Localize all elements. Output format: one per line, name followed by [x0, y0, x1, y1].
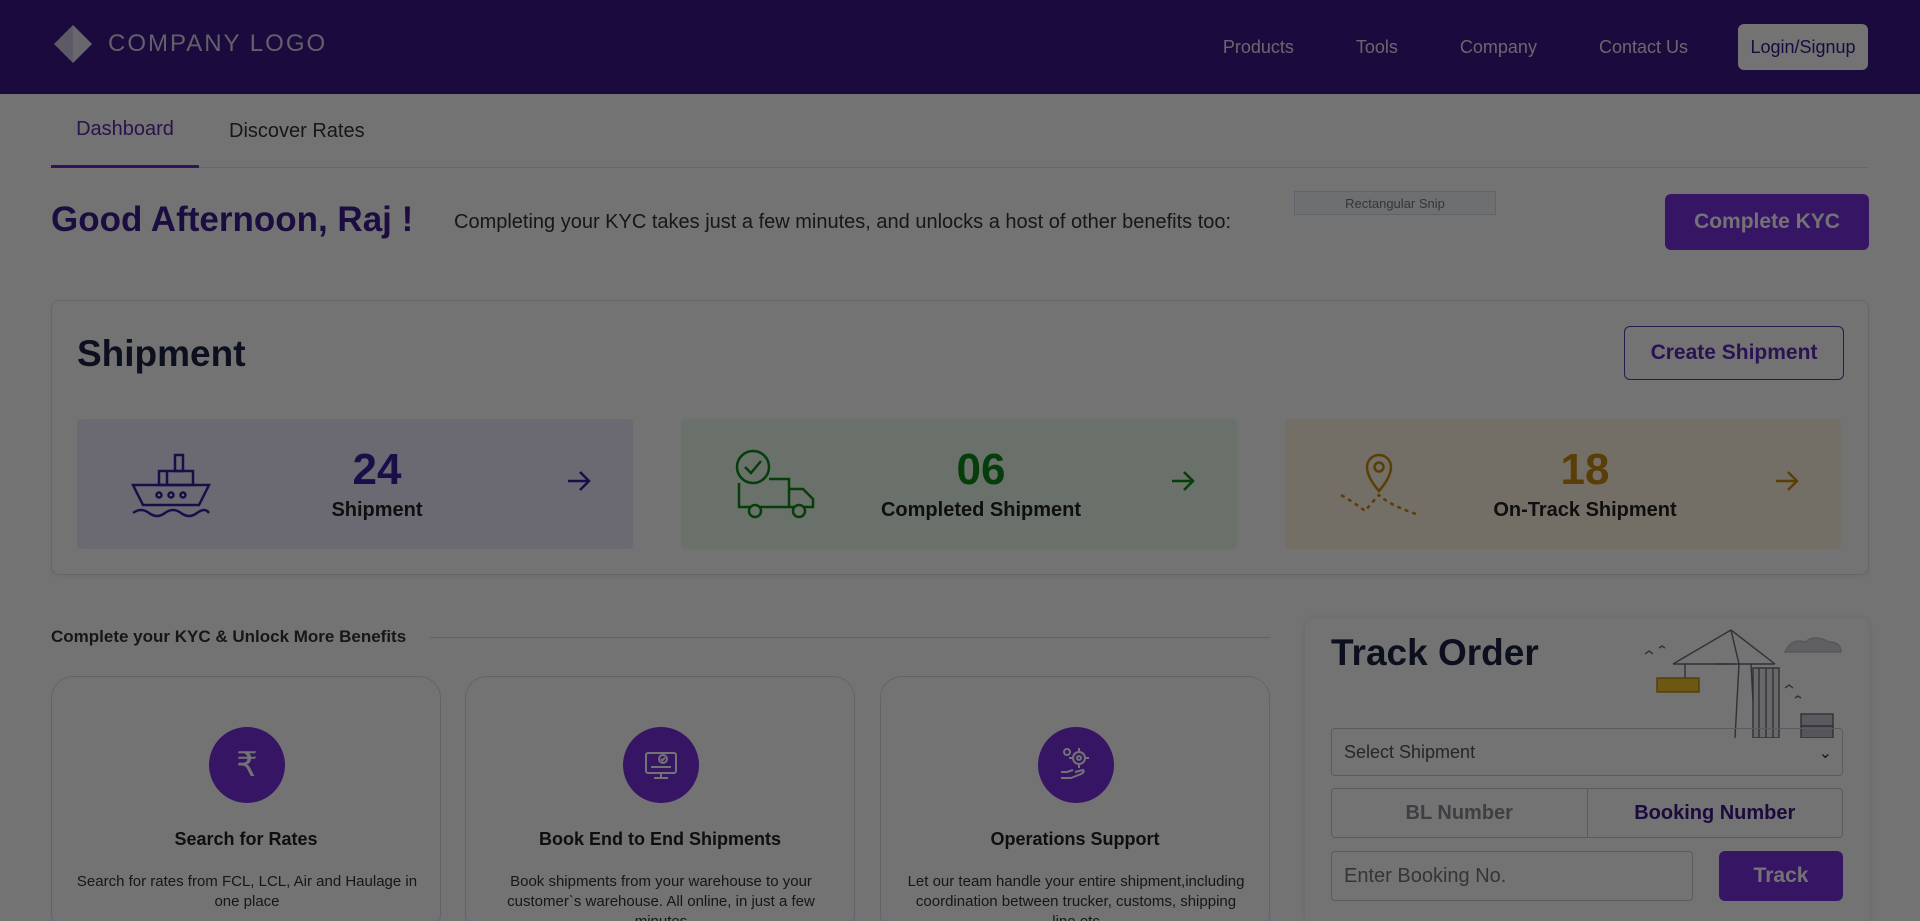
- greeting-heading: Good Afternoon, Raj !: [51, 200, 414, 239]
- chevron-down-icon: ⌄: [1818, 745, 1832, 762]
- arrow-right-icon[interactable]: [1169, 467, 1197, 495]
- stat-value: 18: [1560, 445, 1610, 494]
- tab-bar: Dashboard Discover Rates: [51, 94, 1869, 168]
- stat-total-shipments[interactable]: 24 Shipment: [77, 419, 633, 549]
- ship-icon: [130, 453, 212, 518]
- tab-dashboard[interactable]: Dashboard: [51, 94, 199, 168]
- stat-on-track-shipments[interactable]: 18 On-Track Shipment: [1285, 419, 1841, 549]
- login-signup-button[interactable]: Login/Signup: [1738, 24, 1868, 70]
- tracking-type-toggle: BL Number Booking Number: [1331, 788, 1843, 838]
- benefit-card-book-shipments: Book End to End Shipments Book shipments…: [465, 676, 855, 921]
- port-crane-illustration: [1644, 629, 1842, 738]
- benefit-card-search-rates: ₹ Search for Rates Search for rates from…: [51, 676, 441, 921]
- stat-label: Shipment: [331, 499, 423, 521]
- benefit-title: Search for Rates: [174, 829, 318, 849]
- stat-value: 24: [352, 445, 402, 494]
- nav-tools[interactable]: Tools: [1356, 37, 1398, 58]
- stat-value: 06: [956, 445, 1006, 494]
- tab-discover-rates[interactable]: Discover Rates: [229, 94, 365, 168]
- toggle-booking-number[interactable]: Booking Number: [1588, 789, 1843, 837]
- complete-kyc-button[interactable]: Complete KYC: [1665, 194, 1869, 250]
- shipment-title: Shipment: [77, 333, 246, 374]
- track-button[interactable]: Track: [1719, 851, 1843, 901]
- nav-contact-us[interactable]: Contact Us: [1599, 37, 1688, 58]
- benefit-description: Book shipments from your warehouse to yo…: [507, 873, 815, 921]
- map-pin-route-icon: [1340, 453, 1420, 517]
- monitor-check-icon: [623, 727, 699, 803]
- stat-label: Completed Shipment: [880, 499, 1081, 521]
- truck-check-icon: [735, 449, 815, 519]
- rectangular-snip-tooltip: Rectangular Snip: [1294, 191, 1496, 215]
- stat-label: On-Track Shipment: [1493, 499, 1677, 521]
- benefit-card-operations-support: Operations Support Let our team handle y…: [880, 676, 1270, 921]
- benefit-description: Search for rates from FCL, LCL, Air and …: [76, 873, 418, 910]
- main-nav: Products Tools Company Contact Us Login/…: [1161, 24, 1868, 70]
- kyc-benefits-heading: Complete your KYC & Unlock More Benefits: [51, 627, 407, 646]
- track-order-title: Track Order: [1331, 632, 1539, 673]
- arrow-right-icon[interactable]: [1773, 467, 1801, 495]
- arrow-right-icon[interactable]: [565, 467, 593, 495]
- divider: [430, 637, 1270, 638]
- create-shipment-button[interactable]: Create Shipment: [1624, 326, 1844, 380]
- track-order-card: Track Order Select Shipment ⌄ BL Number …: [1305, 618, 1869, 921]
- rupee-icon: ₹: [209, 727, 285, 803]
- diamond-logo-icon: [54, 25, 92, 63]
- kyc-prompt-text: Completing your KYC takes just a few min…: [454, 211, 1232, 233]
- shipment-card: Shipment Create Shipment 24 Shipment 06 …: [51, 300, 1869, 575]
- gear-hand-icon: [1038, 727, 1114, 803]
- nav-company[interactable]: Company: [1460, 37, 1537, 58]
- company-logo[interactable]: COMPANY LOGO: [52, 24, 327, 64]
- benefit-title: Operations Support: [990, 829, 1160, 849]
- logo-text: COMPANY LOGO: [108, 30, 328, 57]
- benefit-description: Let our team handle your entire shipment…: [907, 873, 1245, 921]
- select-shipment-dropdown[interactable]: Select Shipment ⌄: [1331, 728, 1843, 776]
- select-placeholder: Select Shipment: [1344, 741, 1476, 762]
- top-navbar: COMPANY LOGO Products Tools Company Cont…: [0, 0, 1920, 94]
- benefit-title: Book End to End Shipments: [539, 829, 781, 849]
- booking-number-input[interactable]: Enter Booking No.: [1331, 851, 1693, 901]
- toggle-bl-number[interactable]: BL Number: [1332, 789, 1588, 837]
- stat-completed-shipments[interactable]: 06 Completed Shipment: [681, 419, 1237, 549]
- nav-products[interactable]: Products: [1223, 37, 1294, 58]
